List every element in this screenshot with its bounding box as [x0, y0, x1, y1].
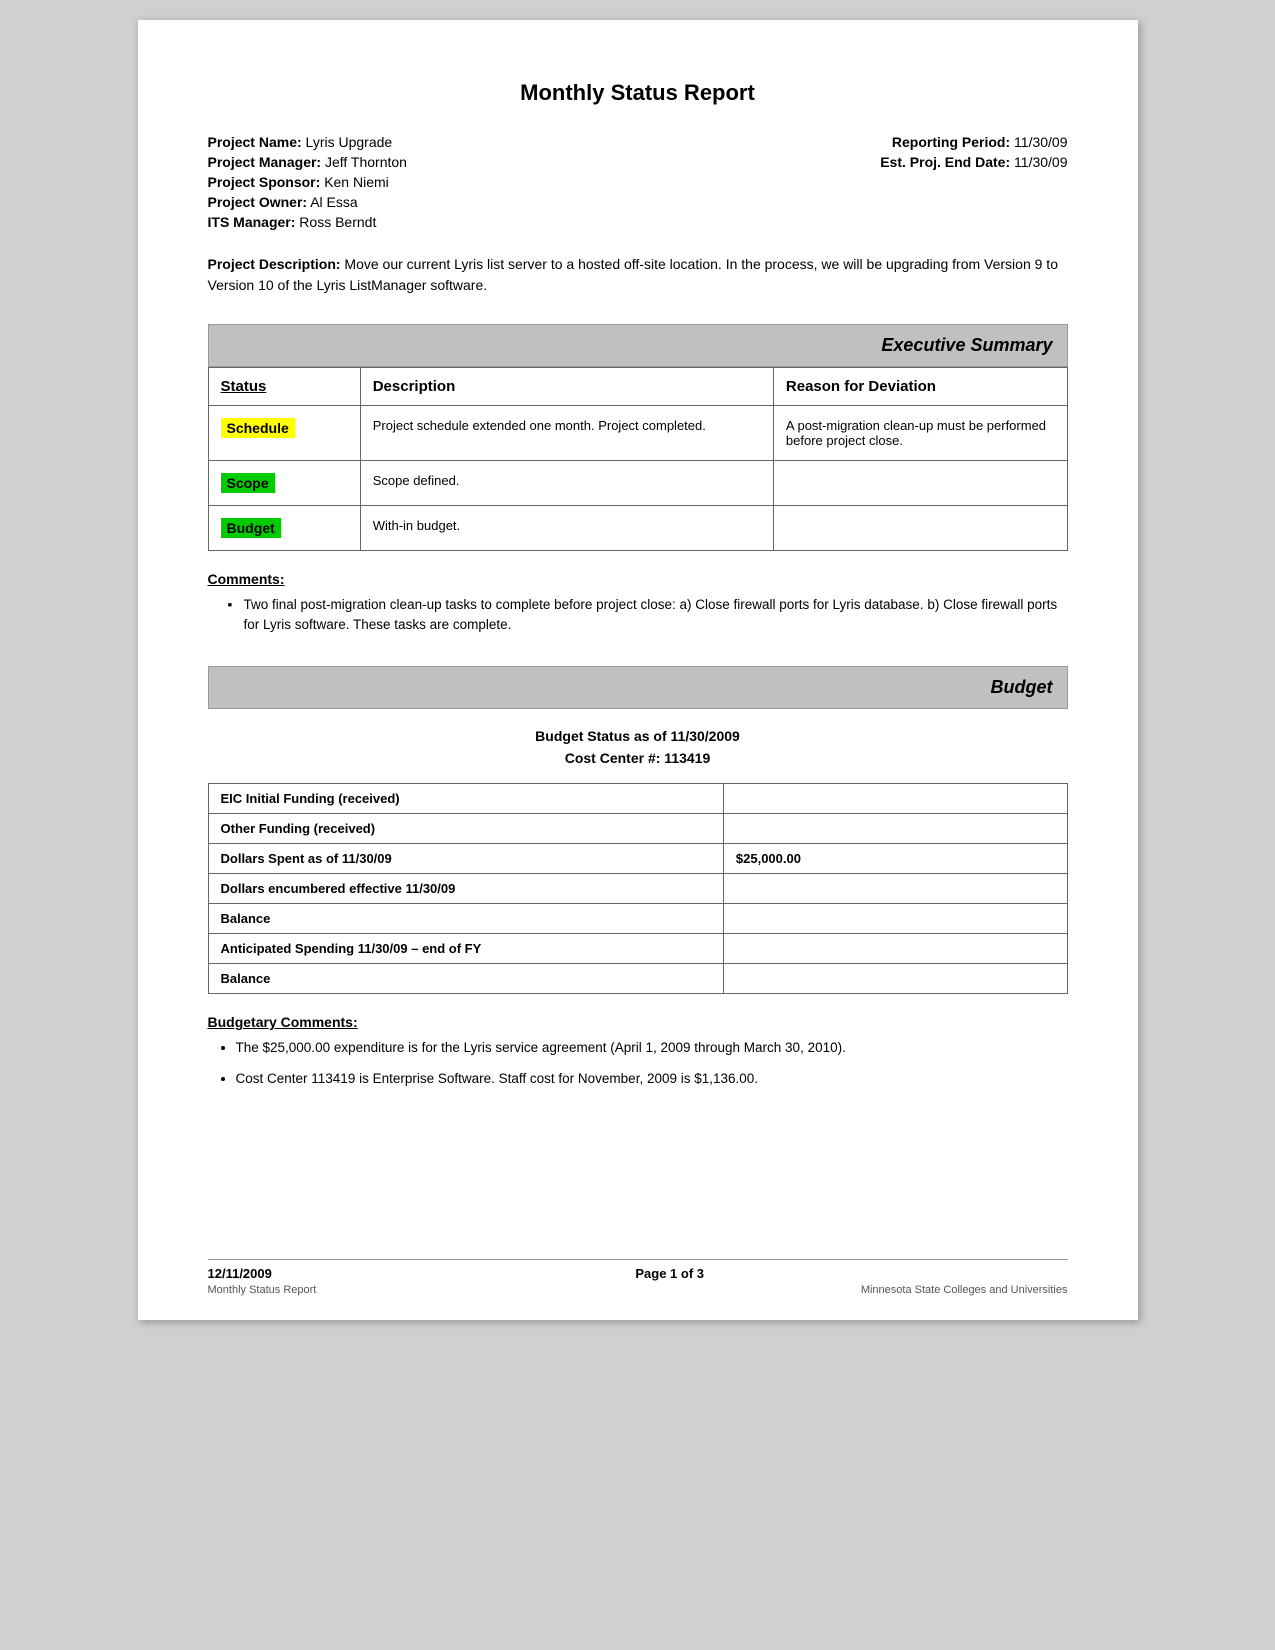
- budget-label-cell: Balance: [208, 964, 723, 994]
- end-date-row: Est. Proj. End Date: 11/30/09: [638, 154, 1068, 170]
- budgetary-comments-label: Budgetary Comments:: [208, 1014, 1068, 1030]
- end-date-label: Est. Proj. End Date:: [880, 154, 1010, 170]
- list-item: Two final post-migration clean-up tasks …: [228, 595, 1068, 636]
- budget-header: Budget: [208, 666, 1068, 709]
- description-cell: With-in budget.: [360, 506, 773, 551]
- project-sponsor-value: Ken Niemi: [324, 174, 389, 190]
- deviation-cell: [773, 461, 1067, 506]
- project-name-row: Project Name: Lyris Upgrade: [208, 134, 638, 150]
- project-info-left: Project Name: Lyris Upgrade Project Mana…: [208, 134, 638, 234]
- status-header: Status: [208, 368, 360, 406]
- table-row: Other Funding (received): [208, 814, 1067, 844]
- executive-summary-header: Executive Summary: [208, 324, 1068, 367]
- description-cell: Scope defined.: [360, 461, 773, 506]
- table-row: Budget With-in budget.: [208, 506, 1067, 551]
- budget-value-cell: [723, 784, 1067, 814]
- project-owner-label: Project Owner:: [208, 194, 308, 210]
- table-row: Anticipated Spending 11/30/09 – end of F…: [208, 934, 1067, 964]
- table-row: Balance: [208, 904, 1067, 934]
- status-cell: Budget: [208, 506, 360, 551]
- footer-page: Page 1 of 3: [635, 1266, 704, 1281]
- deviation-header: Reason for Deviation: [773, 368, 1067, 406]
- budget-value-cell: [723, 964, 1067, 994]
- document-page: Monthly Status Report Project Name: Lyri…: [138, 20, 1138, 1320]
- footer-bottom: Monthly Status Report Minnesota State Co…: [208, 1284, 1068, 1296]
- table-row: Dollars Spent as of 11/30/09$25,000.00: [208, 844, 1067, 874]
- comments-label: Comments:: [208, 571, 1068, 587]
- table-row: Balance: [208, 964, 1067, 994]
- status-badge: Budget: [221, 518, 281, 538]
- status-badge: Schedule: [221, 418, 295, 438]
- list-item: The $25,000.00 expenditure is for the Ly…: [236, 1038, 1068, 1058]
- table-header-row: Status Description Reason for Deviation: [208, 368, 1067, 406]
- budget-status-line2: Cost Center #: 113419: [208, 747, 1068, 769]
- budgetary-comments-section: Budgetary Comments: The $25,000.00 expen…: [208, 1014, 1068, 1089]
- its-manager-label: ITS Manager:: [208, 214, 296, 230]
- project-manager-row: Project Manager: Jeff Thornton: [208, 154, 638, 170]
- footer-doc-name: Monthly Status Report: [208, 1284, 317, 1296]
- description-label: Project Description:: [208, 256, 341, 272]
- budget-value-cell: [723, 904, 1067, 934]
- budget-table: EIC Initial Funding (received)Other Fund…: [208, 783, 1068, 994]
- budget-label-cell: EIC Initial Funding (received): [208, 784, 723, 814]
- description-header: Description: [360, 368, 773, 406]
- project-description: Project Description: Move our current Ly…: [208, 254, 1068, 296]
- its-manager-row: ITS Manager: Ross Berndt: [208, 214, 638, 230]
- description-cell: Project schedule extended one month. Pro…: [360, 406, 773, 461]
- table-row: Scope Scope defined.: [208, 461, 1067, 506]
- reporting-period-row: Reporting Period: 11/30/09: [638, 134, 1068, 150]
- budget-label-cell: Dollars encumbered effective 11/30/09: [208, 874, 723, 904]
- budgetary-list: The $25,000.00 expenditure is for the Ly…: [208, 1038, 1068, 1089]
- project-owner-value: Al Essa: [310, 194, 357, 210]
- project-sponsor-label: Project Sponsor:: [208, 174, 321, 190]
- project-info-right: Reporting Period: 11/30/09 Est. Proj. En…: [638, 134, 1068, 234]
- footer-date: 12/11/2009: [208, 1266, 272, 1281]
- budget-value-cell: $25,000.00: [723, 844, 1067, 874]
- comments-list: Two final post-migration clean-up tasks …: [208, 595, 1068, 636]
- deviation-cell: A post-migration clean-up must be perfor…: [773, 406, 1067, 461]
- budget-value-cell: [723, 814, 1067, 844]
- table-row: Schedule Project schedule extended one mo…: [208, 406, 1067, 461]
- budget-value-cell: [723, 874, 1067, 904]
- status-cell: Schedule: [208, 406, 360, 461]
- budget-status-header: Budget Status as of 11/30/2009 Cost Cent…: [208, 725, 1068, 770]
- footer-org: Minnesota State Colleges and Universitie…: [861, 1284, 1068, 1296]
- table-row: EIC Initial Funding (received): [208, 784, 1067, 814]
- its-manager-value: Ross Berndt: [299, 214, 376, 230]
- list-item: Cost Center 113419 is Enterprise Softwar…: [236, 1069, 1068, 1089]
- budget-value-cell: [723, 934, 1067, 964]
- budget-label-cell: Other Funding (received): [208, 814, 723, 844]
- status-badge: Scope: [221, 473, 275, 493]
- comments-section: Comments: Two final post-migration clean…: [208, 571, 1068, 636]
- budget-label-cell: Dollars Spent as of 11/30/09: [208, 844, 723, 874]
- page-title: Monthly Status Report: [208, 80, 1068, 106]
- project-owner-row: Project Owner: Al Essa: [208, 194, 638, 210]
- end-date-value: 11/30/09: [1014, 154, 1067, 170]
- table-row: Dollars encumbered effective 11/30/09: [208, 874, 1067, 904]
- budget-label-cell: Anticipated Spending 11/30/09 – end of F…: [208, 934, 723, 964]
- reporting-period-value: 11/30/09: [1014, 134, 1067, 150]
- page-footer: 12/11/2009 Page 1 of 3 Monthly Status Re…: [208, 1259, 1068, 1296]
- budget-status-line1: Budget Status as of 11/30/2009: [208, 725, 1068, 747]
- executive-summary-title: Executive Summary: [223, 335, 1053, 356]
- project-manager-label: Project Manager:: [208, 154, 322, 170]
- project-sponsor-row: Project Sponsor: Ken Niemi: [208, 174, 638, 190]
- project-manager-value: Jeff Thornton: [325, 154, 407, 170]
- budget-label-cell: Balance: [208, 904, 723, 934]
- project-info: Project Name: Lyris Upgrade Project Mana…: [208, 134, 1068, 234]
- deviation-cell: [773, 506, 1067, 551]
- footer-top: 12/11/2009 Page 1 of 3: [208, 1266, 1068, 1281]
- reporting-period-label: Reporting Period:: [892, 134, 1010, 150]
- project-name-label: Project Name:: [208, 134, 302, 150]
- project-name-value: Lyris Upgrade: [306, 134, 393, 150]
- executive-summary-table: Status Description Reason for Deviation …: [208, 367, 1068, 551]
- status-cell: Scope: [208, 461, 360, 506]
- budget-title: Budget: [223, 677, 1053, 698]
